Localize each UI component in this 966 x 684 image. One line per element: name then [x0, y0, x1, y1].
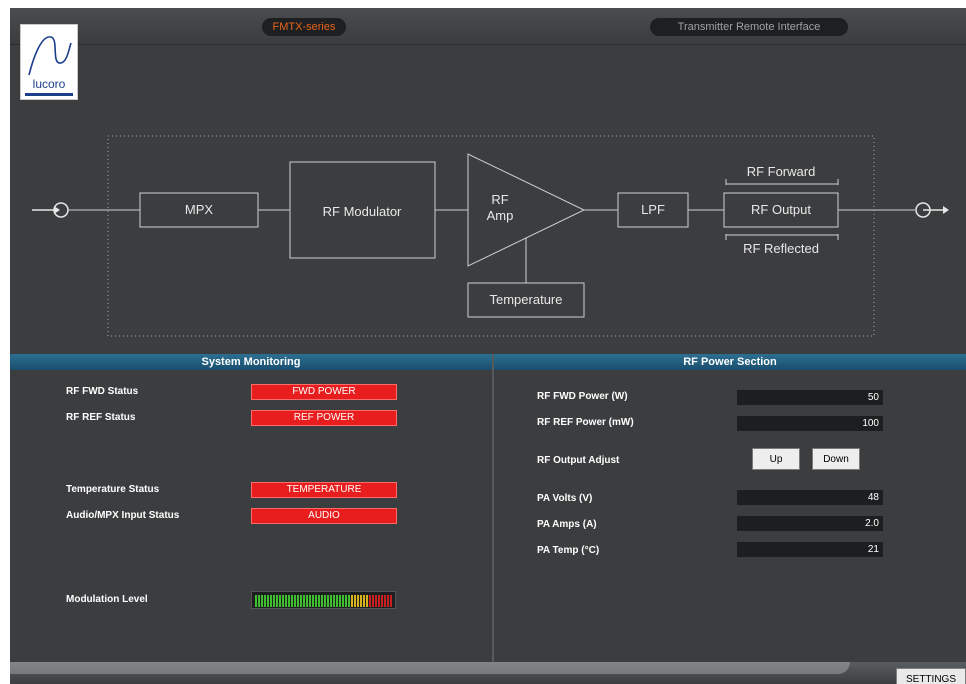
logo-underline	[25, 93, 73, 96]
modulation-level-meter	[251, 591, 396, 609]
diagram-canvas: MPX RF Modulator RF Amp Temperature LPF …	[32, 135, 949, 337]
output-connector-icon	[915, 202, 949, 218]
pa-volts-label: PA Volts (V)	[537, 493, 593, 504]
meter-segment	[360, 595, 362, 607]
rf-output-adjust-label: RF Output Adjust	[537, 455, 620, 466]
modulation-meter-segments	[255, 595, 392, 607]
meter-segment	[330, 595, 332, 607]
meter-segment	[261, 595, 263, 607]
meter-segment	[303, 595, 305, 607]
pa-amps-value: 2.0	[737, 516, 883, 531]
meter-segment	[354, 595, 356, 607]
meter-segment	[324, 595, 326, 607]
meter-segment	[327, 595, 329, 607]
meter-segment	[285, 595, 287, 607]
rf-fwd-power-label: RF FWD Power (W)	[537, 391, 628, 402]
rf-fwd-status-label: RF FWD Status	[66, 386, 139, 397]
rf-output-down-button[interactable]: Down	[812, 448, 860, 470]
rf-output-up-button[interactable]: Up	[752, 448, 800, 470]
meter-segment	[378, 595, 380, 607]
meter-segment	[345, 595, 347, 607]
rf-ref-status-label: RF REF Status	[66, 412, 136, 423]
meter-segment	[309, 595, 311, 607]
meter-segment	[297, 595, 299, 607]
signal-flow-diagram: MPX RF Modulator RF Amp Temperature LPF …	[10, 8, 966, 354]
audio-mpx-status-indicator: AUDIO	[251, 508, 397, 524]
meter-segment	[270, 595, 272, 607]
mpx-label: MPX	[185, 202, 214, 217]
rf-power-panel: RF FWD Power (W) 50 RF REF Power (mW) 10…	[494, 370, 966, 662]
meter-segment	[255, 595, 257, 607]
meter-segment	[336, 595, 338, 607]
rf-ref-power-value: 100	[737, 416, 883, 431]
audio-mpx-status-label: Audio/MPX Input Status	[66, 510, 180, 521]
rf-amp-label-2: Amp	[487, 208, 514, 223]
rf-ref-power-label: RF REF Power (mW)	[537, 417, 634, 428]
meter-segment	[381, 595, 383, 607]
meter-segment	[339, 595, 341, 607]
rf-forward-label: RF Forward	[747, 164, 816, 179]
pa-volts-value: 48	[737, 490, 883, 505]
temperature-label: Temperature	[490, 292, 563, 307]
meter-segment	[318, 595, 320, 607]
meter-segment	[306, 595, 308, 607]
meter-segment	[375, 595, 377, 607]
logo-text: lucoro	[32, 77, 66, 91]
rf-amp-label-1: RF	[491, 192, 508, 207]
system-monitoring-title: System Monitoring	[10, 354, 492, 370]
meter-segment	[282, 595, 284, 607]
meter-segment	[348, 595, 350, 607]
temperature-status-indicator: TEMPERATURE	[251, 482, 397, 498]
meter-segment	[342, 595, 344, 607]
system-monitoring-panel: RF FWD Status FWD POWER RF REF Status RE…	[10, 370, 492, 662]
meter-segment	[351, 595, 353, 607]
footer-bar: SETTINGS	[10, 662, 966, 684]
lucoro-logo: lucoro	[20, 24, 78, 100]
meter-segment	[267, 595, 269, 607]
meter-segment	[279, 595, 281, 607]
modulation-level-label: Modulation Level	[66, 594, 148, 605]
meter-segment	[390, 595, 392, 607]
rf-modulator-label: RF Modulator	[323, 204, 402, 219]
meter-segment	[276, 595, 278, 607]
app-window: FMTX-series Transmitter Remote Interface…	[10, 8, 966, 684]
logo-wave-icon	[28, 36, 72, 76]
meter-segment	[315, 595, 317, 607]
meter-segment	[387, 595, 389, 607]
pa-amps-label: PA Amps (A)	[537, 519, 597, 530]
meter-segment	[300, 595, 302, 607]
meter-segment	[321, 595, 323, 607]
input-connector-icon	[32, 202, 69, 218]
pa-temp-value: 21	[737, 542, 883, 557]
meter-segment	[384, 595, 386, 607]
meter-segment	[294, 595, 296, 607]
meter-segment	[333, 595, 335, 607]
rf-output-label: RF Output	[751, 202, 811, 217]
meter-segment	[288, 595, 290, 607]
rf-reflected-label: RF Reflected	[743, 241, 819, 256]
rf-forward-bracket	[725, 179, 839, 185]
meter-segment	[369, 595, 371, 607]
lpf-label: LPF	[641, 202, 665, 217]
meter-segment	[357, 595, 359, 607]
rf-reflected-bracket	[725, 234, 839, 240]
meter-segment	[291, 595, 293, 607]
meter-segment	[312, 595, 314, 607]
temperature-status-label: Temperature Status	[66, 484, 160, 495]
rf-power-section-title: RF Power Section	[494, 354, 966, 370]
rf-ref-status-indicator: REF POWER	[251, 410, 397, 426]
meter-segment	[264, 595, 266, 607]
meter-segment	[363, 595, 365, 607]
footer-decoration	[10, 662, 850, 674]
meter-segment	[258, 595, 260, 607]
meter-segment	[372, 595, 374, 607]
meter-segment	[366, 595, 368, 607]
rf-fwd-power-value: 50	[737, 390, 883, 405]
settings-button[interactable]: SETTINGS	[896, 668, 966, 684]
rf-fwd-status-indicator: FWD POWER	[251, 384, 397, 400]
meter-segment	[273, 595, 275, 607]
pa-temp-label: PA Temp (°C)	[537, 545, 600, 556]
